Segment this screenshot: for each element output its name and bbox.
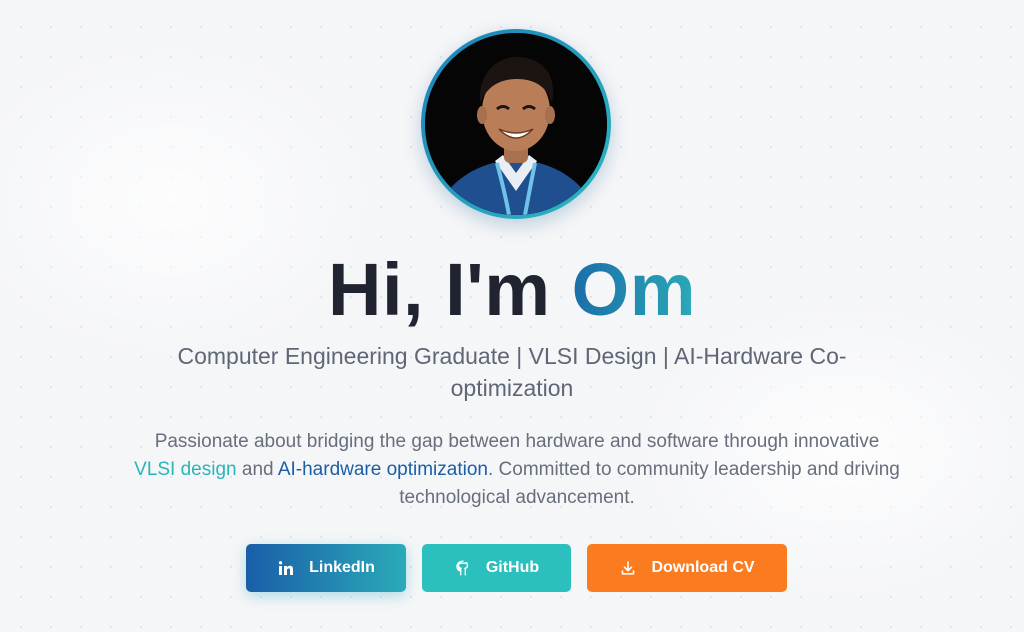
- hero-name: Om: [571, 248, 696, 331]
- hero-greeting: Hi, I'm: [328, 248, 572, 331]
- hero-subtitle-line2: optimization: [450, 375, 574, 401]
- profile-portrait-illustration: [425, 33, 607, 215]
- download-cv-button[interactable]: Download CV: [587, 544, 787, 592]
- hero-title: Hi, I'm Om: [0, 250, 1024, 330]
- github-icon: [454, 559, 472, 577]
- linkedin-button[interactable]: LinkedIn: [246, 544, 406, 592]
- social-button-row: LinkedIn GitHub Download CV: [0, 544, 1024, 592]
- hero-desc-highlight-ai: AI-hardware optimization: [277, 459, 488, 480]
- linkedin-icon: [277, 559, 295, 577]
- hero-subtitle-line1: Computer Engineering Graduate | VLSI Des…: [177, 343, 847, 369]
- profile-photo: [425, 33, 607, 215]
- github-button[interactable]: GitHub: [422, 544, 571, 592]
- hero-section: Hi, I'm Om Computer Engineering Graduate…: [0, 0, 1024, 632]
- hero-desc-highlight-vlsi: VLSI design: [134, 459, 237, 480]
- profile-photo-ring: [421, 29, 611, 219]
- download-cv-button-label: Download CV: [651, 559, 755, 576]
- hero-desc-part1: Passionate about bridging the gap betwee…: [154, 431, 880, 452]
- hero-description: Passionate about bridging the gap betwee…: [132, 428, 902, 512]
- linkedin-button-label: LinkedIn: [309, 559, 375, 576]
- hero-desc-part2: and: [236, 459, 278, 480]
- hero-subtitle: Computer Engineering Graduate | VLSI Des…: [132, 340, 892, 404]
- github-button-label: GitHub: [485, 559, 540, 576]
- download-icon: [619, 559, 637, 577]
